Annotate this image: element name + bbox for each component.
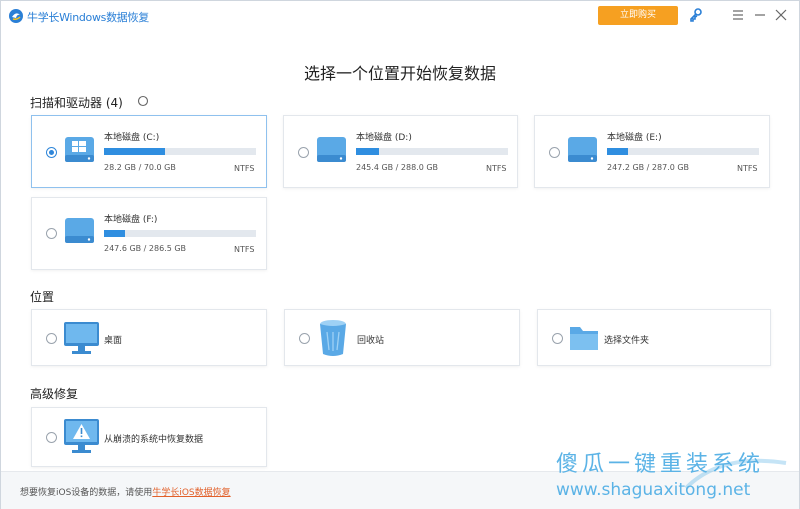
crashed-system-radio[interactable] [46, 432, 57, 443]
drive-d-size: 245.4 GB / 288.0 GB [356, 163, 439, 172]
minimize-icon[interactable] [753, 6, 767, 24]
advanced-crashed-system[interactable]: 从崩溃的系统中恢复数据 [31, 407, 267, 467]
select-folder-radio[interactable] [552, 333, 563, 344]
drive-f-name: 本地磁盘 (F:) [104, 215, 158, 225]
buy-now-button[interactable]: 立即购买 [598, 6, 678, 25]
drive-icon [568, 137, 597, 162]
menu-icon[interactable] [731, 6, 745, 24]
advanced-section-title: 高级修复 [30, 387, 79, 401]
drive-f-fs: NTFS [234, 245, 255, 254]
drive-e-usage-bar [607, 148, 759, 155]
drive-c-fs: NTFS [234, 164, 255, 173]
drive-f-radio[interactable] [46, 228, 57, 239]
drive-f-usage-bar [104, 230, 256, 237]
drive-e-name: 本地磁盘 (E:) [607, 133, 662, 143]
drive-e-radio[interactable] [549, 147, 560, 158]
drive-icon [65, 218, 94, 243]
locations-section-title: 位置 [30, 290, 55, 304]
watermark-url: www.shaguaxitong.net [556, 480, 751, 500]
refresh-icon[interactable] [137, 95, 149, 107]
drive-card-c[interactable]: 本地磁盘 (C:) 28.2 GB / 70.0 GB NTFS [31, 115, 267, 188]
recycle-bin-label: 回收站 [357, 336, 385, 346]
watermark-title: 傻瓜一键重装系统 [556, 452, 765, 477]
page-heading: 选择一个位置开始恢复数据 [303, 64, 496, 83]
drive-d-usage-bar [356, 148, 508, 155]
recycle-bin-icon [320, 320, 346, 356]
location-desktop[interactable]: 桌面 [31, 309, 267, 366]
drive-card-d[interactable]: 本地磁盘 (D:) 245.4 GB / 288.0 GB NTFS [283, 115, 518, 188]
desktop-label: 桌面 [104, 336, 123, 346]
drive-icon [317, 137, 346, 162]
drive-d-usage-fill [356, 148, 379, 155]
ios-recovery-link[interactable]: 牛学长iOS数据恢复 [152, 488, 230, 498]
key-icon[interactable] [688, 7, 704, 23]
drive-f-size: 247.6 GB / 286.5 GB [104, 244, 187, 253]
drive-c-size: 28.2 GB / 70.0 GB [104, 163, 176, 172]
footer-message: 想要恢复iOS设备的数据，请使用 [20, 488, 153, 498]
drive-e-size: 247.2 GB / 287.0 GB [607, 163, 690, 172]
title-bar: 牛学长Windows数据恢复 立即购买 [1, 1, 799, 31]
desktop-radio[interactable] [46, 333, 57, 344]
drive-f-usage-fill [104, 230, 126, 237]
select-folder-label: 选择文件夹 [604, 336, 650, 346]
drive-card-e[interactable]: 本地磁盘 (E:) 247.2 GB / 287.0 GB NTFS [534, 115, 770, 188]
app-window: 牛学长Windows数据恢复 立即购买 选择一个位置开始恢复数据 扫描和驱动器 … [0, 0, 800, 509]
drive-card-f[interactable]: 本地磁盘 (F:) 247.6 GB / 286.5 GB NTFS [31, 197, 267, 270]
location-recycle-bin[interactable]: 回收站 [284, 309, 520, 366]
folder-icon [570, 327, 598, 350]
drive-c-usage-fill [104, 148, 165, 155]
drive-e-usage-fill [607, 148, 629, 155]
windows-drive-icon [65, 137, 94, 162]
footer-text: 想要恢复iOS设备的数据，请使用牛学长iOS数据恢复 [20, 485, 231, 498]
drive-d-fs: NTFS [486, 164, 507, 173]
location-select-folder[interactable]: 选择文件夹 [537, 309, 771, 366]
drive-c-name: 本地磁盘 (C:) [104, 133, 160, 143]
app-title: 牛学长Windows数据恢复 [27, 11, 149, 24]
drive-c-radio[interactable] [46, 147, 57, 158]
crashed-system-label: 从崩溃的系统中恢复数据 [104, 435, 204, 445]
close-icon[interactable] [774, 6, 788, 24]
app-logo-icon [9, 9, 23, 23]
warning-monitor-icon [64, 419, 99, 453]
monitor-icon [64, 322, 99, 354]
drive-c-usage-bar [104, 148, 256, 155]
drive-d-name: 本地磁盘 (D:) [356, 133, 412, 143]
drive-d-radio[interactable] [298, 147, 309, 158]
recycle-bin-radio[interactable] [299, 333, 310, 344]
drives-section-title: 扫描和驱动器 (4) [30, 96, 123, 110]
drive-e-fs: NTFS [737, 164, 758, 173]
